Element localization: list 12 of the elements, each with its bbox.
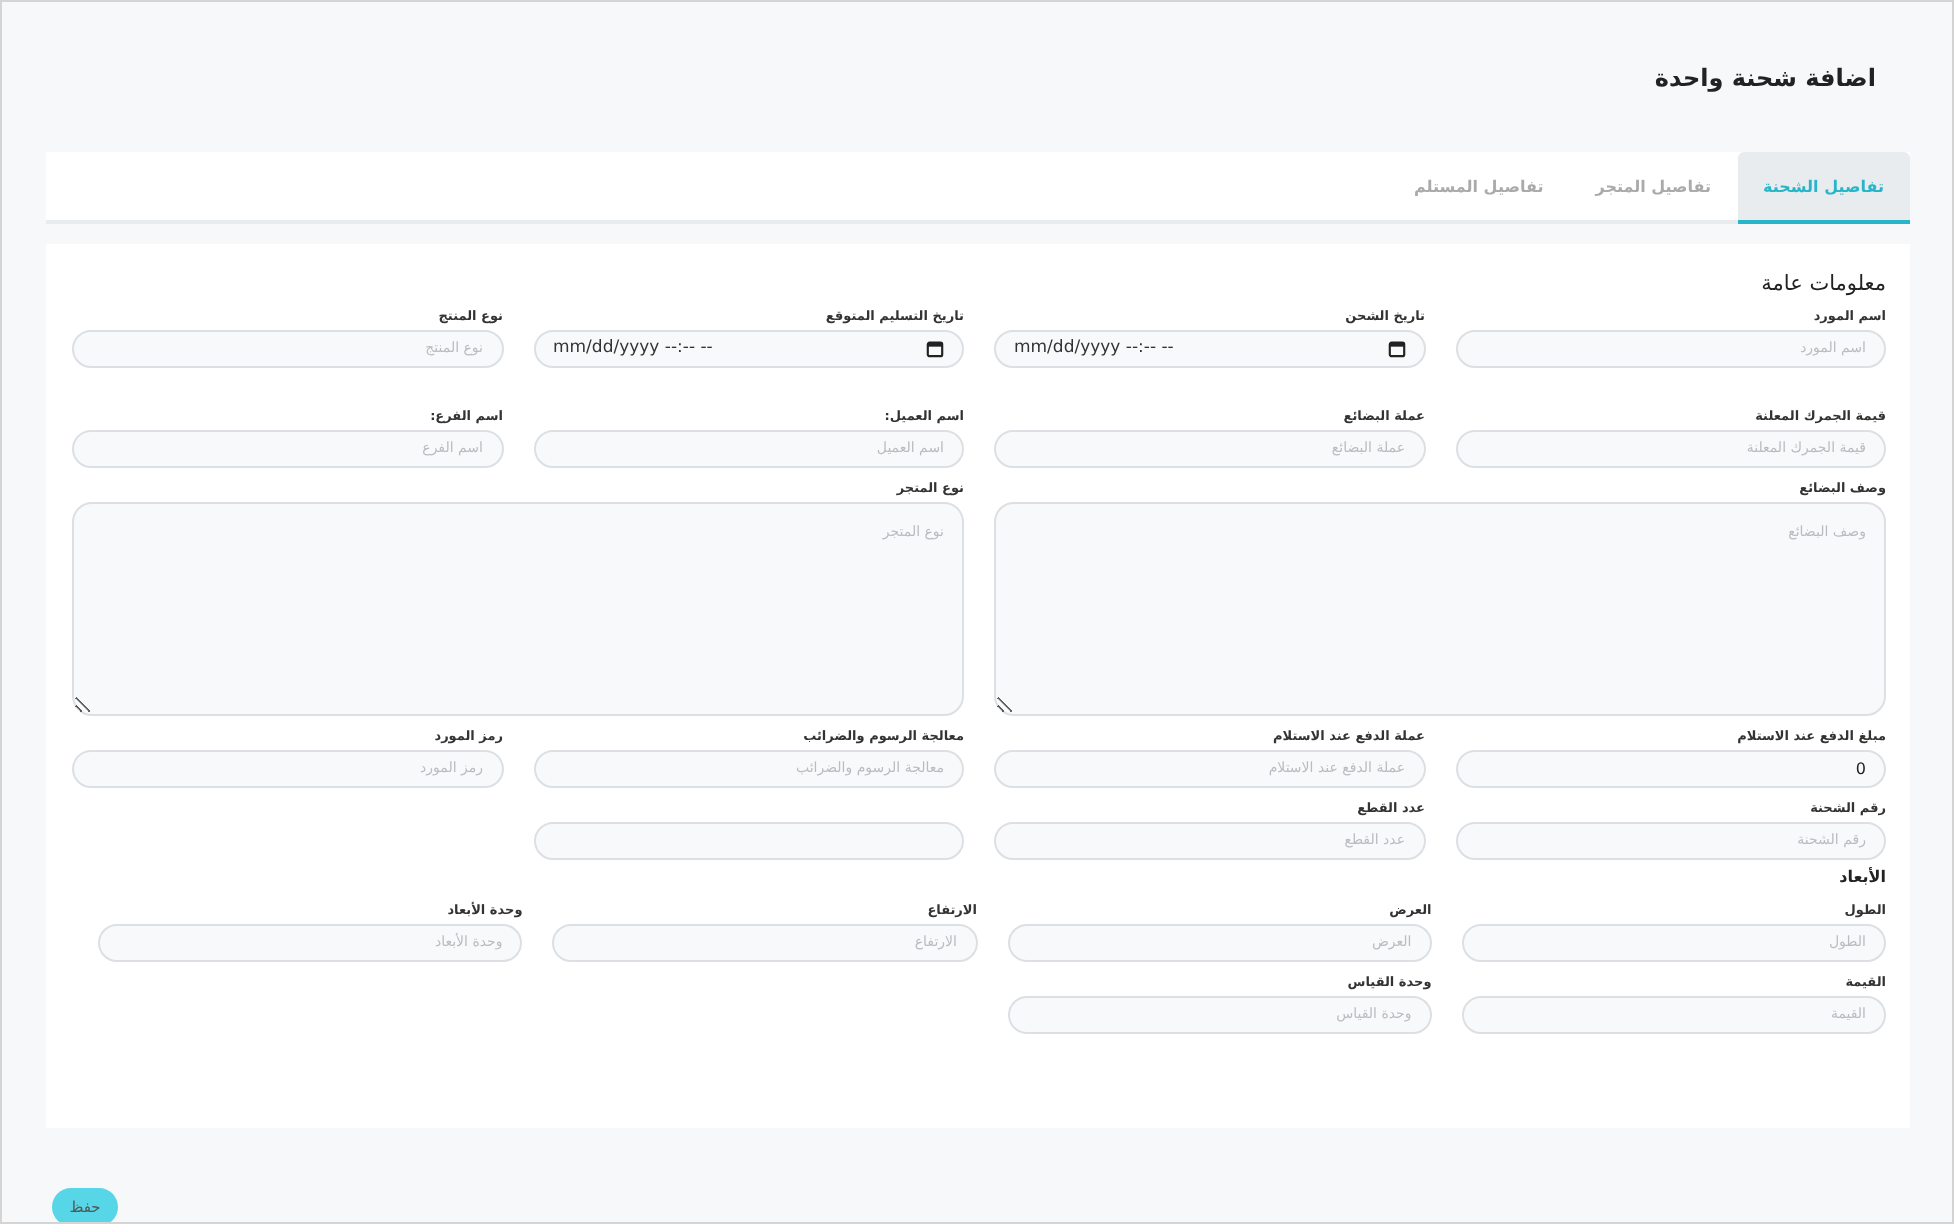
text-field[interactable] <box>533 822 964 860</box>
text-field[interactable]: 0 <box>1455 750 1886 788</box>
tab[interactable]: تفاصيل الشحنة <box>1737 152 1910 224</box>
tab[interactable]: تفاصيل المستلم <box>1387 152 1570 220</box>
section-heading: الأبعاد <box>1837 868 1886 886</box>
tab[interactable]: تفاصيل المتجر <box>1569 152 1738 220</box>
date-field[interactable]: mm/dd/yyyy --:-- -- <box>994 330 1425 368</box>
section-heading: معلومات عامة <box>1759 272 1886 296</box>
calendar-icon[interactable] <box>926 340 944 358</box>
date-field[interactable]: mm/dd/yyyy --:-- -- <box>533 330 964 368</box>
page-title: اضافة شحنة واحدة <box>1652 62 1878 92</box>
calendar-icon[interactable] <box>1387 340 1405 358</box>
